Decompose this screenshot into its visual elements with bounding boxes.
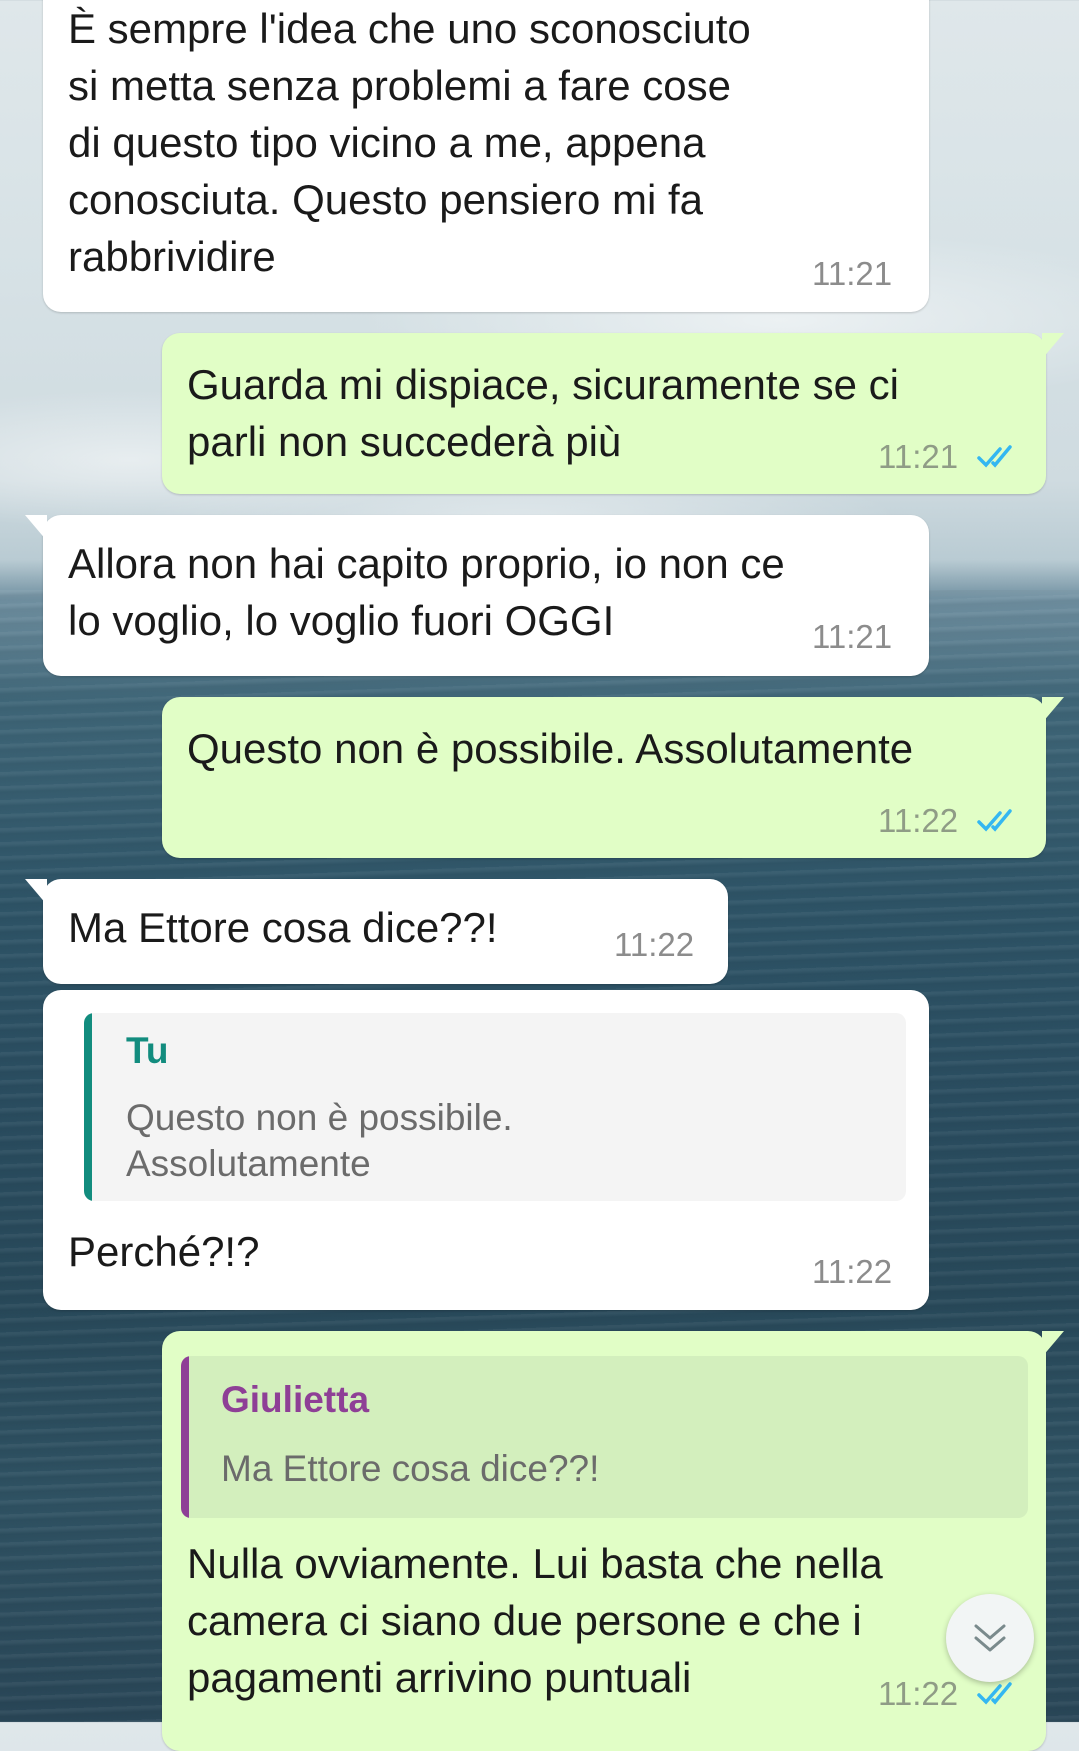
double-check-icon <box>977 1682 1012 1705</box>
message-time: 11:22 <box>878 802 959 839</box>
message-bubble-outgoing[interactable]: Giulietta Ma Ettore cosa dice??! Nulla o… <box>162 1331 1064 1751</box>
reply-quote[interactable]: Tu Questo non è possibile. Assolutamente <box>84 1013 906 1201</box>
quote-bar <box>181 1356 189 1518</box>
message-bubble-incoming[interactable]: È sempre l'idea che uno sconosciuto si m… <box>43 0 929 312</box>
quote-author: Tu <box>126 1030 169 1071</box>
message-time: 11:22 <box>812 1253 893 1290</box>
chevron-down-icon <box>974 1624 1006 1652</box>
message-text: Questo non è possibile. Assolutamente <box>187 725 914 772</box>
message-bubble-outgoing[interactable]: Guarda mi dispiace, sicuramente se ci pa… <box>162 333 1064 494</box>
reply-quote[interactable]: Giulietta Ma Ettore cosa dice??! <box>181 1356 1028 1518</box>
quote-text: Ma Ettore cosa dice??! <box>221 1448 600 1489</box>
message-bubble-incoming[interactable]: Tu Questo non è possibile. Assolutamente… <box>43 990 929 1310</box>
message-time: 11:22 <box>878 1675 959 1712</box>
message-bubble-outgoing[interactable]: Questo non è possibile. Assolutamente 11… <box>162 697 1064 858</box>
double-check-icon <box>977 445 1012 468</box>
message-text: Guarda mi dispiace, sicuramente se ci pa… <box>187 361 899 465</box>
message-text: Ma Ettore cosa dice??! <box>68 904 498 951</box>
message-text: Allora non hai capito proprio, io non ce… <box>68 540 785 644</box>
quote-text: Questo non è possibile. Assolutamente <box>126 1097 513 1184</box>
double-check-icon <box>977 809 1012 832</box>
message-time: 11:21 <box>812 255 893 292</box>
message-time: 11:21 <box>812 618 893 655</box>
message-bubble-incoming[interactable]: Allora non hai capito proprio, io non ce… <box>25 515 929 676</box>
message-bubble-incoming[interactable]: Ma Ettore cosa dice??! 11:22 <box>25 879 728 984</box>
message-text: Perché?!? <box>68 1228 260 1275</box>
message-text: È sempre l'idea che uno sconosciuto si m… <box>68 5 751 280</box>
scroll-to-bottom-button[interactable] <box>946 1594 1034 1682</box>
message-time: 11:22 <box>614 926 695 963</box>
message-text: Nulla ovviamente. Lui basta che nella ca… <box>187 1540 883 1701</box>
message-time: 11:21 <box>878 438 959 475</box>
quote-author: Giulietta <box>221 1379 370 1420</box>
quote-bar <box>84 1013 92 1201</box>
